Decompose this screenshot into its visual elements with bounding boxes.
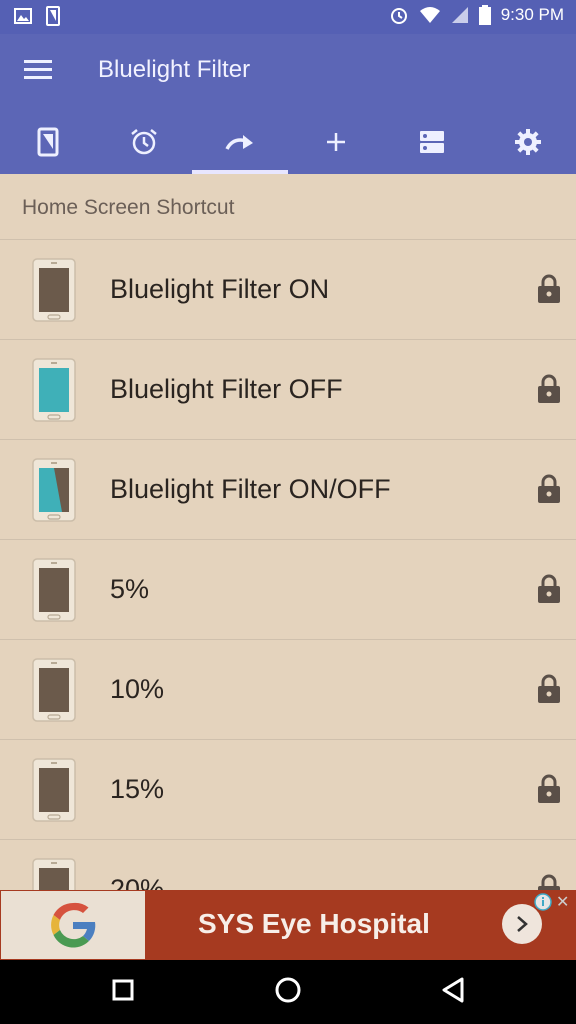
tab-shortcut[interactable] xyxy=(192,110,288,174)
lock-icon xyxy=(538,274,560,303)
wifi-icon xyxy=(419,7,440,23)
status-bar: 9:30 PM xyxy=(0,0,576,34)
battery-icon xyxy=(478,5,491,25)
list-item-label: 15% xyxy=(110,774,165,804)
shortcut-thumbnail xyxy=(32,458,76,527)
phone-icon xyxy=(46,6,60,26)
section-header-label: Home Screen Shortcut xyxy=(22,196,235,219)
signal-icon xyxy=(451,7,468,23)
phone-screen-icon xyxy=(32,858,76,890)
tab-filter[interactable] xyxy=(0,110,96,174)
shortcut-list: Bluelight Filter ON Bluelight Filter OFF… xyxy=(0,240,576,890)
list-item-label: 10% xyxy=(110,674,165,704)
back-button[interactable] xyxy=(440,976,466,1004)
shortcut-thumbnail xyxy=(32,858,76,890)
home-button[interactable] xyxy=(274,976,302,1004)
lock-icon xyxy=(538,674,560,703)
image-icon xyxy=(14,8,32,24)
list-item[interactable]: Bluelight Filter ON/OFF xyxy=(0,440,576,540)
shortcut-thumbnail xyxy=(32,358,76,427)
list-item[interactable]: 15% xyxy=(0,740,576,840)
lock-button[interactable] xyxy=(537,674,561,709)
phone-screen-icon xyxy=(32,458,76,522)
app-title: Bluelight Filter xyxy=(98,56,251,83)
tab-timer[interactable] xyxy=(96,110,192,174)
navigation-bar xyxy=(0,960,576,1024)
google-logo[interactable] xyxy=(1,891,145,959)
ad-text: SYS Eye Hospital xyxy=(198,908,430,939)
storage-icon xyxy=(420,131,444,153)
list-item[interactable]: Bluelight Filter OFF xyxy=(0,340,576,440)
lock-button[interactable] xyxy=(537,374,561,409)
tab-storage[interactable] xyxy=(384,110,480,174)
list-item-label: Bluelight Filter OFF xyxy=(110,374,343,404)
tab-add[interactable] xyxy=(288,110,384,174)
phone-screen-icon xyxy=(32,658,76,722)
lock-button[interactable] xyxy=(537,574,561,609)
recents-button[interactable] xyxy=(112,978,134,1002)
list-item-label: Bluelight Filter ON xyxy=(110,274,330,304)
alarm-icon xyxy=(390,8,407,24)
shortcut-thumbnail xyxy=(32,658,76,727)
google-g-icon xyxy=(51,902,96,948)
lock-button[interactable] xyxy=(537,274,561,309)
phone-screen-icon xyxy=(32,558,76,622)
list-item-label: Bluelight Filter ON/OFF xyxy=(110,474,391,504)
chevron-right-icon xyxy=(517,916,528,932)
list-item-label: 20% xyxy=(110,874,165,890)
lock-icon xyxy=(538,774,560,803)
redo-arrow-icon xyxy=(225,135,253,150)
lock-button[interactable] xyxy=(537,474,561,509)
lock-icon xyxy=(538,874,560,890)
lock-icon xyxy=(538,474,560,503)
lock-icon xyxy=(538,374,560,403)
lock-button[interactable] xyxy=(537,774,561,809)
gear-icon xyxy=(515,129,541,155)
shortcut-thumbnail xyxy=(32,258,76,327)
phone-screen-icon xyxy=(32,258,76,322)
lock-button[interactable] xyxy=(537,874,561,890)
alarm-icon xyxy=(131,129,157,155)
tab-bar xyxy=(0,110,576,174)
shortcut-thumbnail xyxy=(32,558,76,627)
tab-settings[interactable] xyxy=(480,110,576,174)
list-item[interactable]: 10% xyxy=(0,640,576,740)
ad-banner[interactable]: SYS Eye Hospital ✕ xyxy=(0,890,576,960)
plus-icon xyxy=(327,133,345,151)
shortcut-thumbnail xyxy=(32,758,76,827)
lock-icon xyxy=(538,574,560,603)
section-header: Home Screen Shortcut xyxy=(0,174,576,240)
phone-filter-icon xyxy=(37,127,59,157)
list-item-label: 5% xyxy=(110,574,150,604)
ad-info-icon[interactable] xyxy=(534,893,552,911)
list-item[interactable]: 20% xyxy=(0,840,576,890)
list-item[interactable]: Bluelight Filter ON xyxy=(0,240,576,340)
status-time: 9:30 PM xyxy=(500,5,564,24)
phone-screen-icon xyxy=(32,358,76,422)
list-item[interactable]: 5% xyxy=(0,540,576,640)
menu-icon[interactable] xyxy=(24,60,52,82)
ad-close-icon[interactable]: ✕ xyxy=(556,892,569,912)
app-bar: Bluelight Filter xyxy=(0,34,576,174)
phone-screen-icon xyxy=(32,758,76,822)
